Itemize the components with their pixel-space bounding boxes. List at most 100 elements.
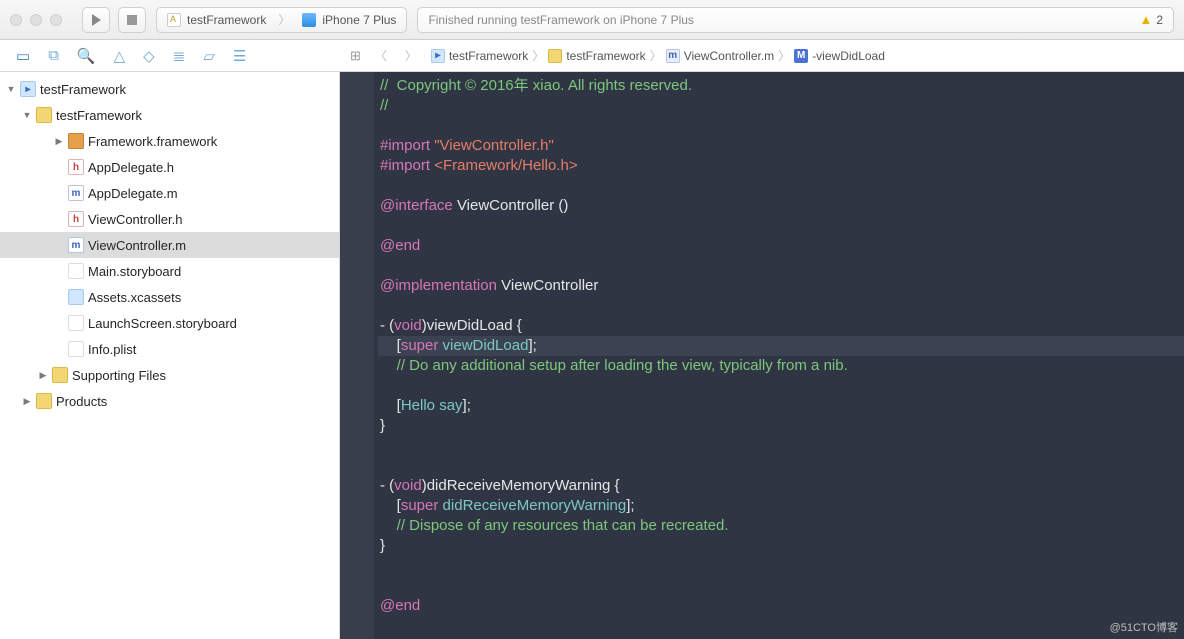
zoom-window-icon[interactable] <box>50 14 62 26</box>
code-line: @implementation ViewController <box>378 276 1184 296</box>
code-line: @end <box>378 236 1184 256</box>
tree-label: Products <box>56 394 107 409</box>
tree-item[interactable]: Info.plist <box>0 336 339 362</box>
issue-navigator-icon[interactable]: △ <box>114 47 126 65</box>
symbol-navigator-icon[interactable]: ⧉ <box>48 47 59 64</box>
warning-icon: ▲ <box>1139 12 1152 27</box>
tree-label: AppDelegate.h <box>88 160 174 175</box>
code-line: - (void)viewDidLoad { <box>378 316 1184 336</box>
back-button[interactable]: 〈 <box>371 47 391 64</box>
disclosure-icon[interactable] <box>38 370 48 381</box>
tree-label: LaunchScreen.storyboard <box>88 316 237 331</box>
device-icon <box>302 13 316 27</box>
disclosure-icon[interactable] <box>22 110 32 120</box>
debug-navigator-icon[interactable]: ≣ <box>173 47 186 65</box>
jb-folder: testFramework <box>566 49 645 63</box>
code-line: } <box>378 416 1184 436</box>
code-line: // Dispose of any resources that can be … <box>378 516 1184 536</box>
brief-icon <box>68 133 84 149</box>
tree-label: ViewController.m <box>88 238 186 253</box>
tree-group[interactable]: testFramework <box>0 102 339 128</box>
forward-button[interactable]: 〉 <box>401 47 421 64</box>
file-tree: ▸ testFramework testFramework Framework.… <box>0 72 339 414</box>
folder-icon <box>52 367 68 383</box>
run-controls <box>82 7 146 33</box>
close-window-icon[interactable] <box>10 14 22 26</box>
report-navigator-icon[interactable]: ☰ <box>233 47 246 65</box>
method-icon: M <box>794 49 808 63</box>
tree-label: ViewController.h <box>88 212 182 227</box>
code-line: // Copyright © 2016年 xiao. All rights re… <box>378 76 1184 96</box>
navigator-bar: ▭ ⧉ 🔍 △ ◇ ≣ ▱ ☰ ⊞ 〈 〉 ▸ testFramework 〉 … <box>0 40 1184 72</box>
code-line <box>378 256 1184 276</box>
tree-item[interactable]: Assets.xcassets <box>0 284 339 310</box>
code-line: [Hello say]; <box>378 396 1184 416</box>
tree-label: testFramework <box>56 108 142 123</box>
jb-symbol: -viewDidLoad <box>812 49 885 63</box>
find-navigator-icon[interactable]: 🔍 <box>77 47 96 65</box>
navigator-selector: ▭ ⧉ 🔍 △ ◇ ≣ ▱ ☰ <box>0 40 340 71</box>
tree-item[interactable]: Main.storyboard <box>0 258 339 284</box>
disclosure-icon[interactable] <box>6 84 16 94</box>
chevron-right-icon: 〉 <box>532 47 544 64</box>
activity-viewer[interactable]: Finished running testFramework on iPhone… <box>417 7 1174 33</box>
project-icon: ▸ <box>20 81 36 97</box>
stop-button[interactable] <box>118 7 146 33</box>
code-line <box>378 576 1184 596</box>
code-line <box>378 436 1184 456</box>
window-controls <box>10 14 62 26</box>
code-line: @end <box>378 596 1184 616</box>
tree-label: AppDelegate.m <box>88 186 178 201</box>
tree-item[interactable]: h AppDelegate.h <box>0 154 339 180</box>
jump-bar-path[interactable]: ▸ testFramework 〉 testFramework 〉 m View… <box>431 47 885 64</box>
run-button[interactable] <box>82 7 110 33</box>
tree-item[interactable]: m AppDelegate.m <box>0 180 339 206</box>
code-line: @interface ViewController () <box>378 196 1184 216</box>
code-line: [super didReceiveMemoryWarning]; <box>378 496 1184 516</box>
m-icon: m <box>68 185 84 201</box>
source-editor[interactable]: // Copyright © 2016年 xiao. All rights re… <box>340 72 1184 639</box>
test-navigator-icon[interactable]: ◇ <box>143 47 155 65</box>
project-navigator-icon[interactable]: ▭ <box>16 47 30 65</box>
disclosure-icon[interactable] <box>54 136 64 147</box>
code-line <box>378 296 1184 316</box>
disclosure-icon[interactable] <box>22 396 32 407</box>
project-icon: ▸ <box>431 49 445 63</box>
folder-icon <box>36 393 52 409</box>
tree-item[interactable]: hViewController.h <box>0 206 339 232</box>
issues-badge[interactable]: ▲ 2 <box>1139 12 1163 27</box>
jb-project: testFramework <box>449 49 528 63</box>
tree-label: Supporting Files <box>72 368 166 383</box>
tree-item[interactable]: Supporting Files <box>0 362 339 388</box>
code-line <box>378 116 1184 136</box>
tree-root[interactable]: ▸ testFramework <box>0 76 339 102</box>
activity-text: Finished running testFramework on iPhone… <box>428 13 693 27</box>
breakpoint-navigator-icon[interactable]: ▱ <box>203 47 215 65</box>
scheme-selector[interactable]: testFramework 〉 iPhone 7 Plus <box>156 7 407 33</box>
play-icon <box>92 14 101 26</box>
code-line: #import "ViewController.h" <box>378 136 1184 156</box>
xc-icon <box>68 289 84 305</box>
tree-label: Framework.framework <box>88 134 217 149</box>
code-line: } <box>378 536 1184 556</box>
tree-label: Assets.xcassets <box>88 290 181 305</box>
code-line <box>378 216 1184 236</box>
pl-icon <box>68 341 84 357</box>
tree-item[interactable]: Products <box>0 388 339 414</box>
objc-file-icon: m <box>666 49 680 63</box>
sb-icon <box>68 315 84 331</box>
code-line: // Do any additional setup after loading… <box>378 356 1184 376</box>
warning-count: 2 <box>1156 13 1163 27</box>
code-area[interactable]: // Copyright © 2016年 xiao. All rights re… <box>374 72 1184 639</box>
code-line <box>378 456 1184 476</box>
tree-item[interactable]: LaunchScreen.storyboard <box>0 310 339 336</box>
code-line <box>378 176 1184 196</box>
tree-item[interactable]: Framework.framework <box>0 128 339 154</box>
minimize-window-icon[interactable] <box>30 14 42 26</box>
h-icon: h <box>68 159 84 175</box>
tree-label: Main.storyboard <box>88 264 181 279</box>
tree-item[interactable]: mViewController.m <box>0 232 339 258</box>
related-items-icon[interactable]: ⊞ <box>350 48 361 64</box>
sb-icon <box>68 263 84 279</box>
code-line: [super viewDidLoad]; <box>378 336 1184 356</box>
